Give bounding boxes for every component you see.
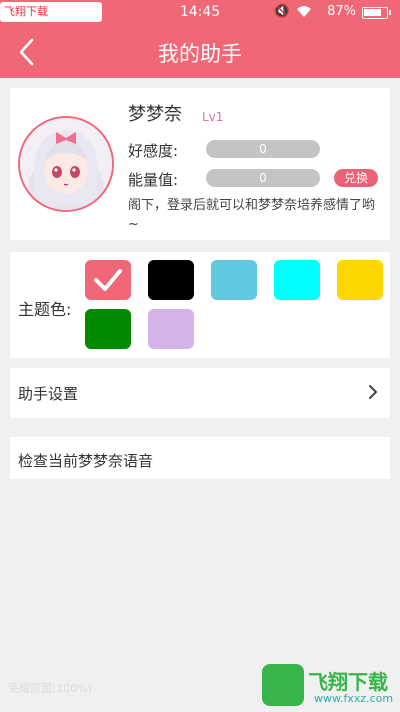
theme-swatch[interactable] — [211, 260, 257, 300]
watermark-brand: 飞翔下载 — [308, 670, 388, 694]
watermark-url: www.fxxz.com — [314, 692, 394, 705]
check-voice-row[interactable]: 检查当前梦梦奈语音 — [10, 437, 390, 479]
battery-icon — [362, 7, 391, 19]
watermark-logo: 飞翔下载 www.fxxz.com — [262, 664, 394, 706]
theme-label: 主题色: — [18, 300, 72, 319]
avatar-character-image — [20, 118, 112, 210]
status-bar: 飞翔下载 www.FXXZ.com 14:45 🔇 87% — [0, 0, 400, 38]
wifi-icon — [296, 4, 312, 22]
theme-swatch[interactable] — [148, 260, 194, 300]
login-hint: 阁下，登录后就可以和梦梦奈培养感情了哟~ — [128, 198, 376, 232]
avatar[interactable] — [18, 116, 114, 212]
theme-swatch[interactable] — [337, 260, 383, 300]
energy-label: 能量值: — [128, 171, 179, 189]
theme-swatch[interactable] — [85, 309, 131, 349]
favor-bar: 0 — [206, 140, 320, 158]
page-title: 我的助手 — [158, 42, 242, 66]
energy-bar: 0 — [206, 169, 320, 187]
assistant-settings-row[interactable]: 助手设置 — [10, 368, 390, 418]
exchange-button[interactable]: 兑换 — [334, 169, 378, 187]
theme-swatch[interactable] — [148, 309, 194, 349]
theme-color-card: 主题色: — [10, 252, 390, 358]
assistant-settings-label: 助手设置 — [18, 385, 79, 403]
brand-logo-icon — [262, 664, 304, 706]
mute-icon: 🔇 — [273, 4, 290, 19]
check-voice-label: 检查当前梦梦奈语音 — [18, 452, 154, 470]
checkmark-icon — [94, 269, 122, 291]
favor-label: 好感度: — [128, 142, 179, 160]
assistant-name: 梦梦奈 — [128, 104, 182, 125]
chevron-right-icon — [368, 384, 378, 404]
profile-card: 梦梦奈 Lv1 好感度: 0 能量值: 0 兑换 阁下，登录后就可以和梦梦奈培养… — [10, 88, 390, 240]
theme-swatch[interactable] — [85, 260, 131, 300]
watermark-bottom-left: 荣耀原图(100%) — [8, 682, 93, 695]
battery-percent: 87% — [327, 4, 356, 19]
theme-swatch[interactable] — [274, 260, 320, 300]
app-header: 我的助手 — [0, 26, 400, 78]
level-badge: Lv1 — [202, 110, 224, 124]
